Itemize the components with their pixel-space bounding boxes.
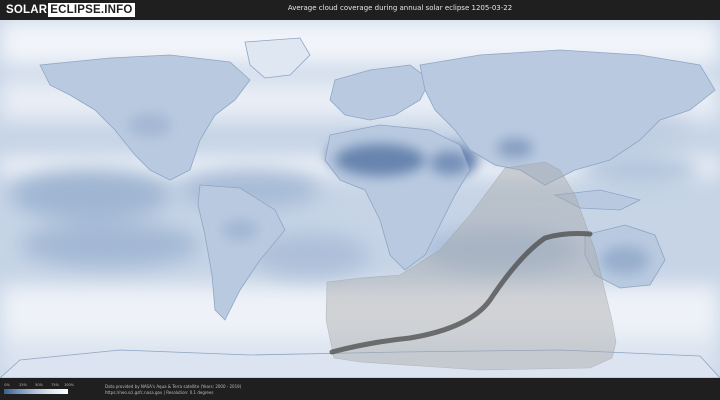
header-bar: SOLAR ECLIPSE.INFO Average cloud coverag…	[0, 0, 720, 20]
legend-tick-50: 50%	[35, 383, 43, 387]
legend-tick-75: 75%	[51, 383, 59, 387]
data-credit-line: Data provided by NASA's Aqua & Terra sat…	[105, 384, 242, 389]
page-title: Average cloud coverage during annual sol…	[287, 4, 513, 12]
cloud-coverage-legend-bar	[4, 389, 68, 394]
footer-bar: 0% 25% 50% 75% 100% Data provided by NAS…	[0, 378, 720, 400]
site-logo[interactable]: SOLAR ECLIPSE.INFO	[6, 3, 135, 17]
logo-solar-text: SOLAR	[6, 4, 48, 16]
legend-tick-25: 25%	[19, 383, 27, 387]
data-source-link[interactable]: https://neo.sci.gsfc.nasa.gov | Resoluti…	[105, 390, 213, 395]
logo-eclipse-info-text: ECLIPSE.INFO	[48, 3, 135, 17]
legend-tick-0: 0%	[4, 383, 10, 387]
legend-tick-100: 100%	[63, 383, 74, 387]
cloud-coverage-map	[0, 20, 720, 379]
world-map-svg	[0, 20, 720, 379]
